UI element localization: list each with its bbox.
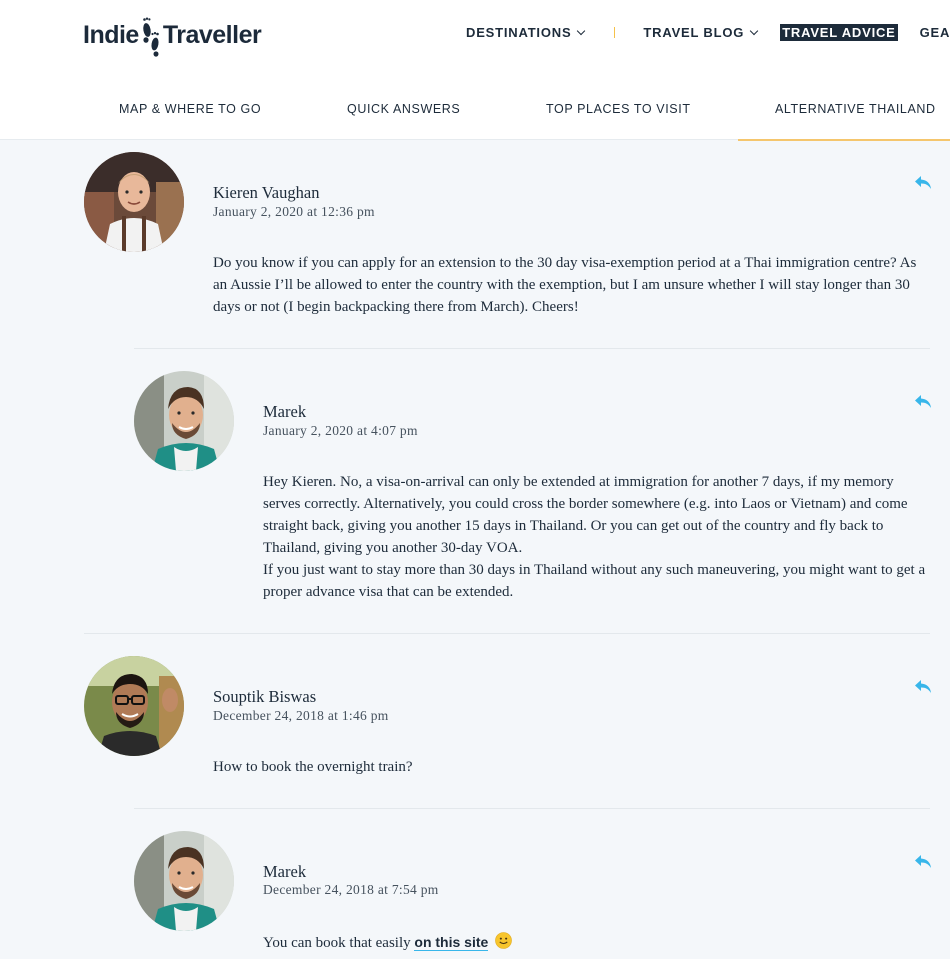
comment-paragraph: How to book the overnight train?	[213, 759, 413, 775]
footprints-icon	[143, 17, 159, 57]
reply-icon[interactable]	[914, 679, 932, 695]
avatar	[134, 831, 234, 931]
nav-item-label: TRAVEL ADVICE	[780, 23, 898, 41]
nav-item-travel-advice[interactable]: TRAVEL ADVICE	[780, 23, 898, 41]
comment-date[interactable]: January 2, 2020 at 4:07 pm	[263, 423, 418, 439]
comment-paragraph: If you just want to stay more than 30 da…	[263, 562, 926, 600]
site-logo[interactable]: Indie Traveller	[83, 10, 262, 60]
logo-text-indie: Indie	[83, 20, 139, 49]
comment-date[interactable]: January 2, 2020 at 12:36 pm	[213, 204, 375, 220]
avatar	[84, 152, 184, 252]
subnav-item-alternative-thailand[interactable]: ALTERNATIVE THAILAND	[775, 102, 936, 116]
comment-divider	[134, 348, 930, 349]
nav-item-destinations[interactable]: DESTINATIONS	[466, 23, 586, 41]
nav-item-label: GEAR	[919, 24, 950, 40]
comment-text-before-link: You can book that easily	[263, 935, 415, 951]
subnav-item-quick-answers[interactable]: QUICK ANSWERS	[347, 102, 460, 116]
comment-text: How to book the overnight train?	[213, 756, 925, 778]
comment-text: Do you know if you can apply for an exte…	[213, 252, 925, 318]
comment-author[interactable]: Marek	[263, 862, 306, 882]
comment-paragraph: Hey Kieren. No, a visa-on-arrival can on…	[263, 474, 908, 556]
comment-date[interactable]: December 24, 2018 at 7:54 pm	[263, 882, 439, 898]
avatar	[84, 656, 184, 756]
subnav-item-map[interactable]: MAP & WHERE TO GO	[119, 102, 261, 116]
nav-item-travel-blog[interactable]: TRAVEL BLOG	[643, 23, 759, 41]
comment-text: You can book that easily on this site	[263, 931, 933, 954]
chevron-down-icon	[749, 26, 759, 35]
comment-divider	[84, 633, 930, 634]
chevron-down-icon	[577, 26, 586, 35]
comment-divider	[134, 808, 930, 809]
nav-item-label: TRAVEL BLOG	[643, 24, 745, 40]
comment-paragraph: Do you know if you can apply for an exte…	[213, 255, 917, 315]
smiley-icon	[495, 932, 512, 949]
main-nav: DESTINATIONS TRAVEL BLOG TRAVEL ADVICE G…	[466, 23, 950, 41]
avatar	[134, 371, 234, 471]
active-tab-underline	[738, 139, 950, 141]
comment-author[interactable]: Marek	[263, 402, 306, 422]
sub-nav: MAP & WHERE TO GO QUICK ANSWERS TOP PLAC…	[0, 78, 950, 141]
nav-divider	[614, 26, 616, 38]
subnav-item-top-places[interactable]: TOP PLACES TO VISIT	[546, 102, 691, 116]
logo-text-traveller: Traveller	[162, 20, 262, 49]
comment-text: Hey Kieren. No, a visa-on-arrival can on…	[263, 471, 933, 603]
nav-item-label: DESTINATIONS	[466, 24, 572, 40]
reply-icon[interactable]	[914, 854, 932, 870]
reply-icon[interactable]	[914, 394, 932, 410]
comment-author[interactable]: Souptik Biswas	[213, 687, 316, 707]
reply-icon[interactable]	[914, 175, 932, 191]
site-header: Indie Traveller DESTINATIONS TRAVEL BLOG…	[0, 0, 950, 141]
nav-item-gear[interactable]: GEAR	[920, 23, 950, 41]
on-this-site-link[interactable]: on this site	[414, 934, 489, 951]
comment-date[interactable]: December 24, 2018 at 1:46 pm	[213, 708, 389, 724]
comment-author[interactable]: Kieren Vaughan	[213, 183, 319, 203]
